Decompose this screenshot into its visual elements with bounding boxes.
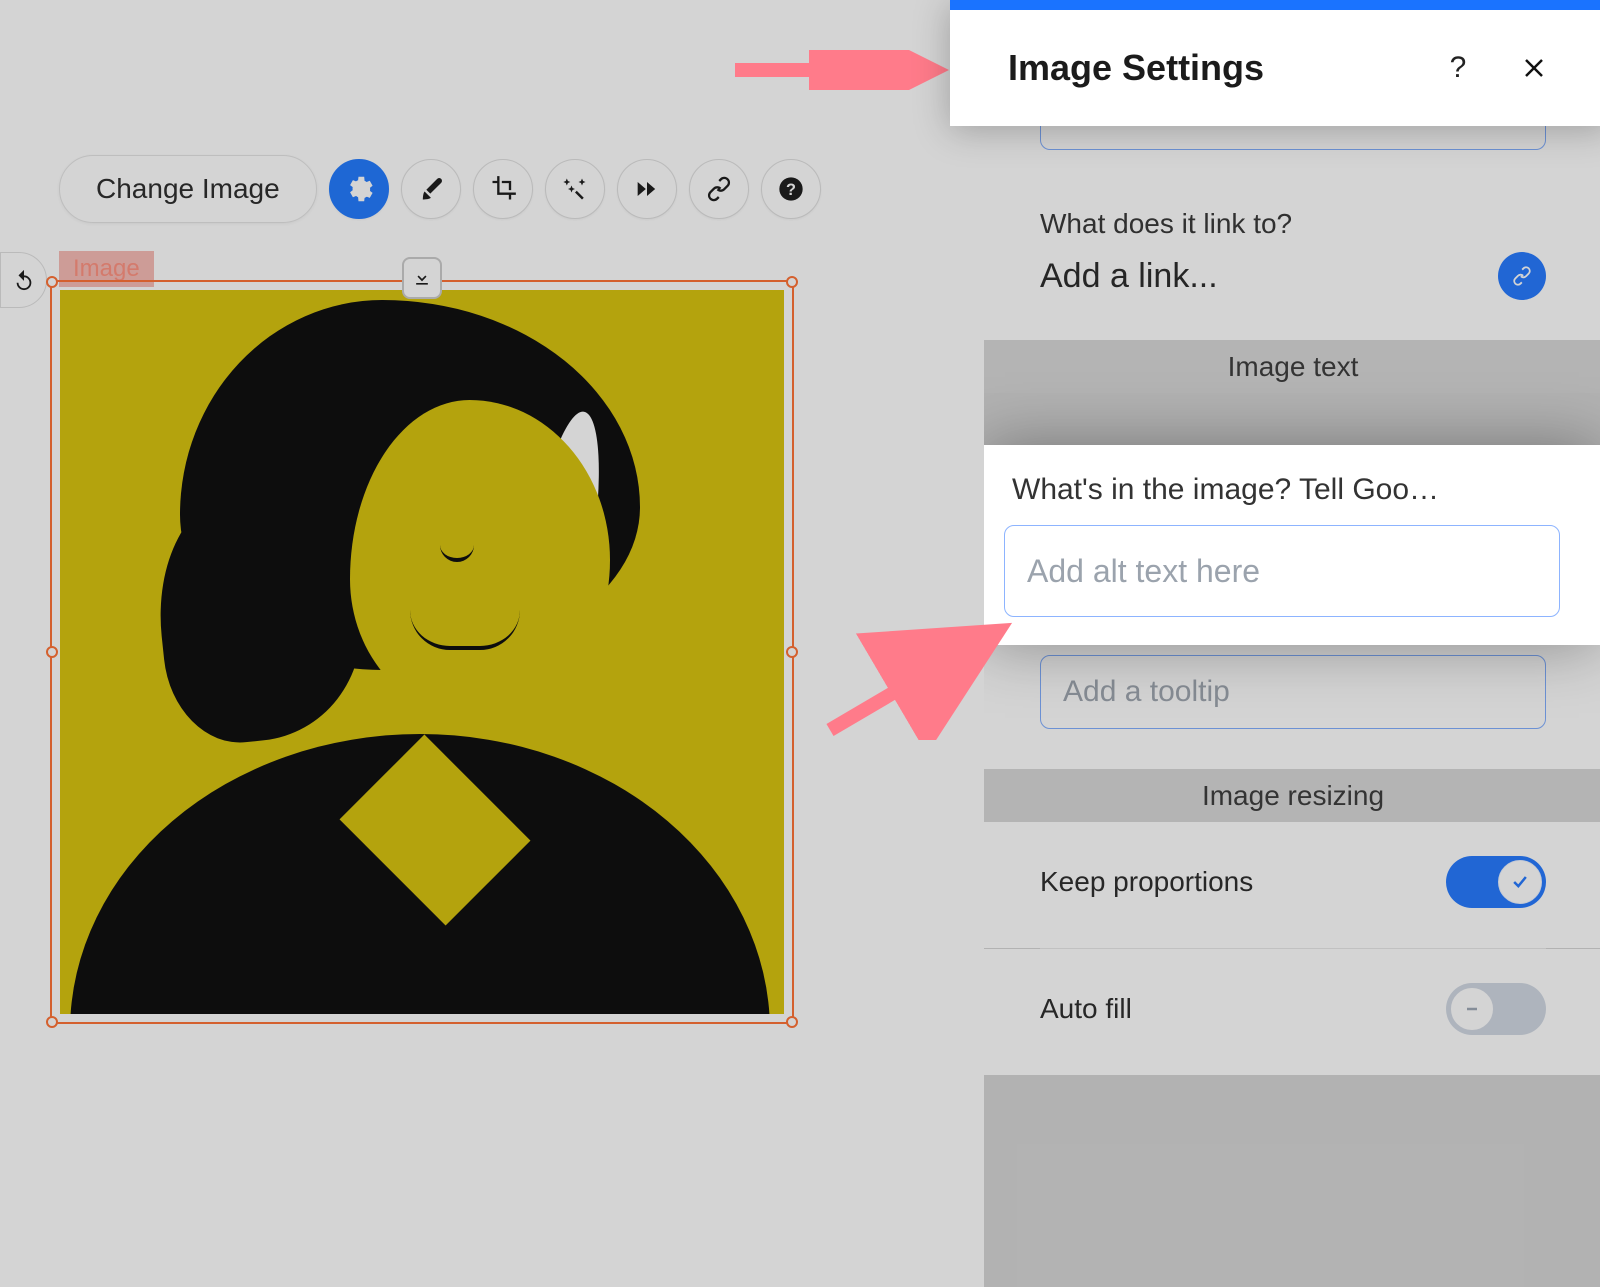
settings-button[interactable] bbox=[329, 159, 389, 219]
resize-handle[interactable] bbox=[786, 1016, 798, 1028]
previous-field-peek bbox=[984, 126, 1600, 174]
auto-fill-toggle[interactable] bbox=[1446, 983, 1546, 1035]
annotation-arrow-icon bbox=[735, 50, 955, 90]
link-value[interactable]: Add a link... bbox=[1040, 257, 1482, 296]
magic-wand-icon bbox=[561, 175, 589, 203]
alt-text-input[interactable] bbox=[1004, 525, 1560, 617]
help-icon: ? bbox=[1450, 51, 1467, 85]
animation-icon bbox=[633, 175, 661, 203]
link-icon bbox=[1511, 265, 1533, 287]
panel-help-button[interactable]: ? bbox=[1436, 46, 1480, 90]
previous-input[interactable] bbox=[1040, 126, 1546, 150]
link-button[interactable] bbox=[689, 159, 749, 219]
resize-handle[interactable] bbox=[46, 646, 58, 658]
resize-handle[interactable] bbox=[46, 1016, 58, 1028]
alt-text-section: What's in the image? Tell Goo… bbox=[984, 445, 1600, 645]
alt-text-question: What's in the image? Tell Goo… bbox=[1004, 473, 1560, 507]
svg-text:?: ? bbox=[786, 181, 796, 199]
toggle-knob bbox=[1498, 860, 1542, 904]
help-circle-icon: ? bbox=[777, 175, 805, 203]
keep-proportions-label: Keep proportions bbox=[1040, 866, 1253, 898]
minus-icon bbox=[1462, 999, 1482, 1019]
panel-close-button[interactable] bbox=[1512, 46, 1556, 90]
change-image-label: Change Image bbox=[96, 173, 280, 205]
close-icon bbox=[1522, 56, 1546, 80]
resize-handle[interactable] bbox=[786, 646, 798, 658]
image-text-header-label: Image text bbox=[1228, 351, 1359, 383]
keep-proportions-toggle[interactable] bbox=[1446, 856, 1546, 908]
image-settings-panel: Image Settings ? What does it link to? A… bbox=[960, 0, 1600, 1287]
crop-icon bbox=[489, 175, 517, 203]
resize-handle[interactable] bbox=[786, 276, 798, 288]
selected-image[interactable] bbox=[52, 282, 792, 1022]
tooltip-input[interactable] bbox=[1040, 655, 1546, 729]
brush-icon bbox=[417, 175, 445, 203]
image-resizing-header: Image resizing bbox=[984, 769, 1600, 822]
image-toolbar: Change Image bbox=[59, 155, 821, 223]
animation-button[interactable] bbox=[617, 159, 677, 219]
element-type-label: Image bbox=[73, 255, 140, 282]
auto-fill-label: Auto fill bbox=[1040, 993, 1132, 1025]
undo-button[interactable] bbox=[0, 252, 47, 308]
design-button[interactable] bbox=[401, 159, 461, 219]
link-question: What does it link to? bbox=[1040, 208, 1546, 240]
crop-button[interactable] bbox=[473, 159, 533, 219]
panel-scroll-body[interactable]: What does it link to? Add a link... Imag… bbox=[984, 126, 1600, 1287]
download-image-button[interactable] bbox=[402, 257, 442, 299]
image-resizing-header-label: Image resizing bbox=[1202, 780, 1384, 812]
keep-proportions-row: Keep proportions bbox=[984, 822, 1600, 948]
change-image-button[interactable]: Change Image bbox=[59, 155, 317, 223]
filters-button[interactable] bbox=[545, 159, 605, 219]
toggle-knob bbox=[1450, 987, 1494, 1031]
auto-fill-row: Auto fill bbox=[984, 949, 1600, 1075]
help-button[interactable]: ? bbox=[761, 159, 821, 219]
link-section: What does it link to? Add a link... bbox=[984, 174, 1600, 340]
link-icon bbox=[705, 175, 733, 203]
image-content bbox=[60, 290, 784, 1014]
undo-icon bbox=[13, 269, 35, 291]
image-text-header: Image text bbox=[984, 340, 1600, 393]
panel-header: Image Settings ? bbox=[950, 0, 1600, 126]
check-icon bbox=[1510, 872, 1530, 892]
annotation-arrow-icon bbox=[810, 620, 1030, 740]
download-icon bbox=[412, 268, 432, 288]
resize-handle[interactable] bbox=[46, 276, 58, 288]
panel-title: Image Settings bbox=[1008, 47, 1404, 89]
edit-link-button[interactable] bbox=[1498, 252, 1546, 300]
gear-icon bbox=[345, 175, 373, 203]
